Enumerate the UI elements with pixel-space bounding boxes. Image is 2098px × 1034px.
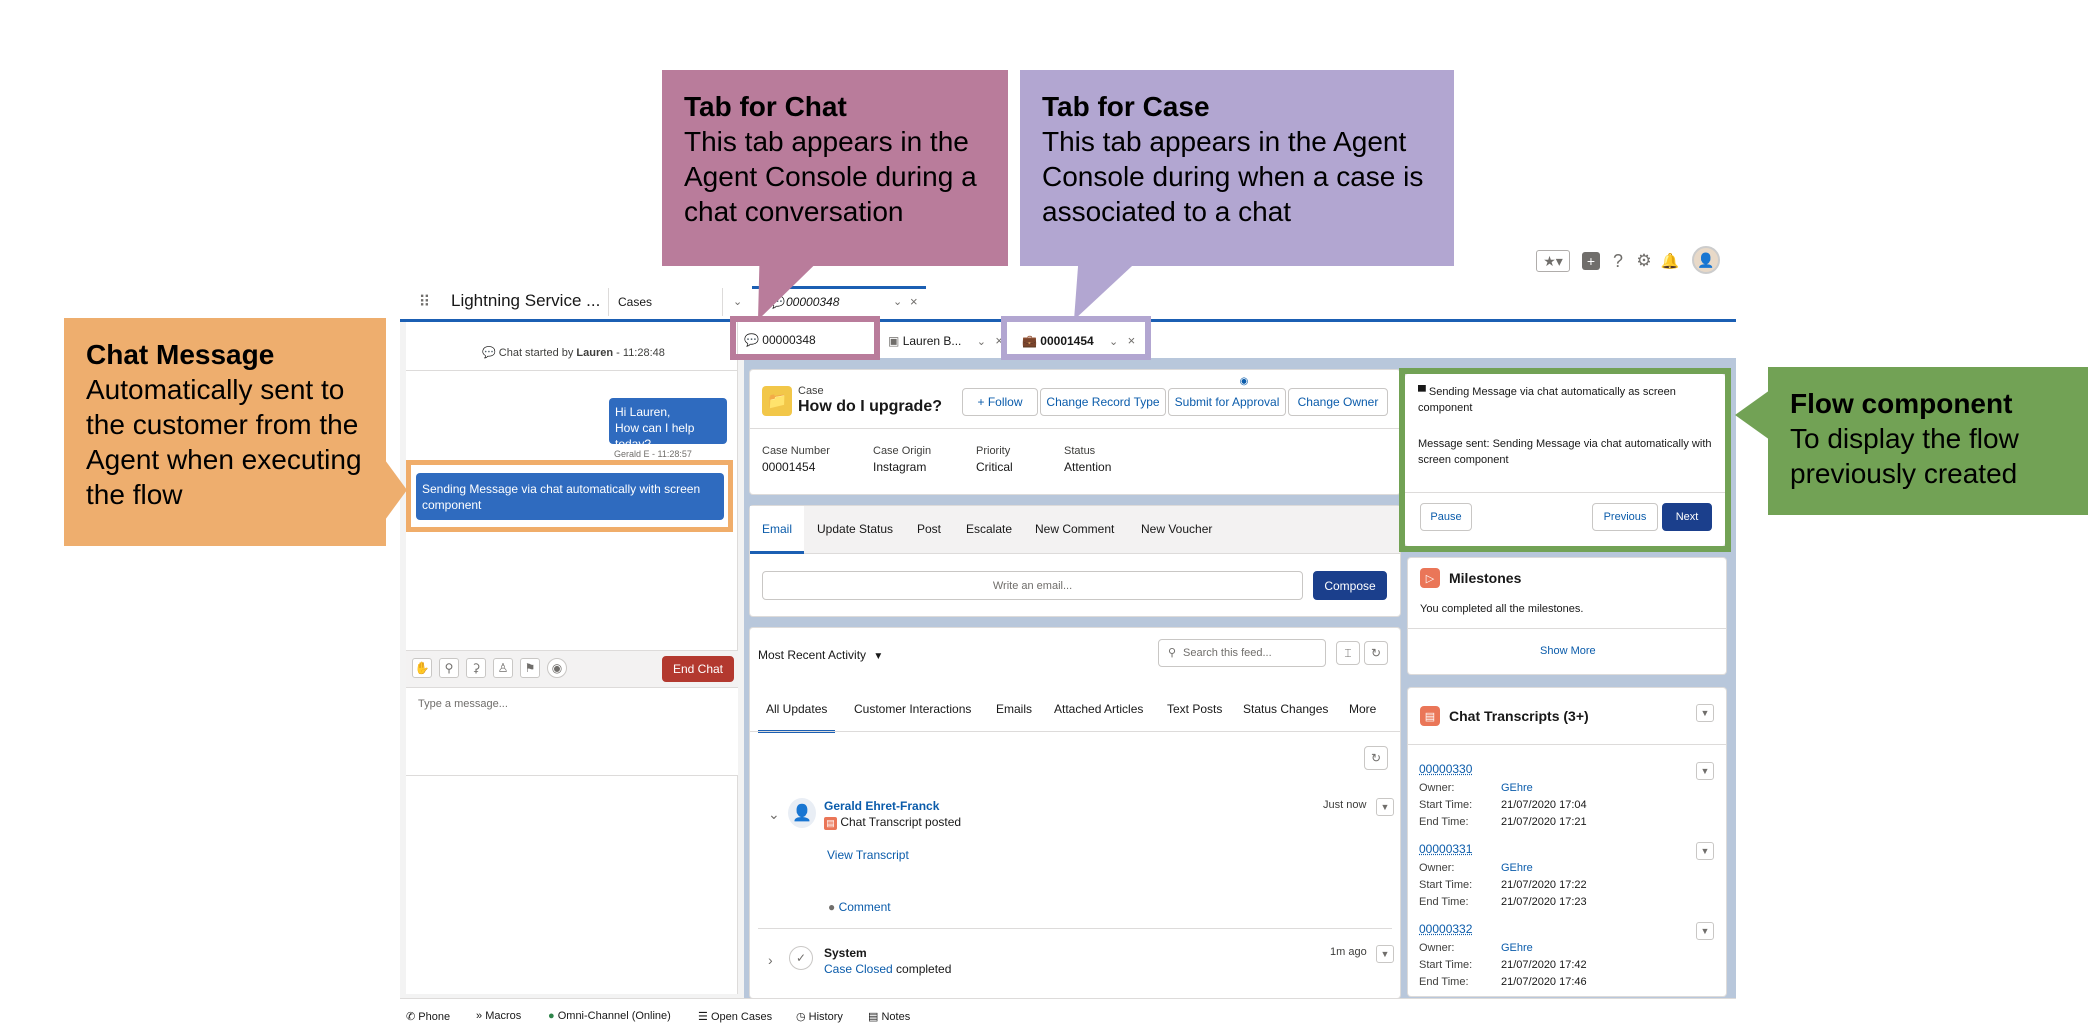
- callout-title: Tab for Case: [1042, 91, 1210, 122]
- callout-case-tab: Tab for Case This tab appears in the Age…: [1020, 70, 1454, 266]
- callout-title: Tab for Chat: [684, 91, 847, 122]
- screenshot: ★▾ + ? ⚙ 🔔 👤 ⠿ Lightning Service ... Cas…: [0, 0, 2098, 1034]
- callout-body: This tab appears in the Agent Console du…: [1042, 126, 1424, 227]
- callout-body: To display the flow previously created: [1790, 423, 2019, 489]
- callout-body: Automatically sent to the customer from …: [86, 374, 362, 510]
- callout-chat-tab: Tab for Chat This tab appears in the Age…: [662, 70, 1008, 266]
- callout-title: Chat Message: [86, 339, 275, 370]
- callout-flow-component: Flow component To display the flow previ…: [1768, 367, 2088, 515]
- flow-component-pointer: [1735, 390, 1770, 440]
- callout-chat-message: Chat Message Automatically sent to the c…: [64, 318, 386, 546]
- callout-body: This tab appears in the Agent Console du…: [684, 126, 977, 227]
- callout-title: Flow component: [1790, 388, 2013, 419]
- chat-message-pointer: [385, 460, 407, 520]
